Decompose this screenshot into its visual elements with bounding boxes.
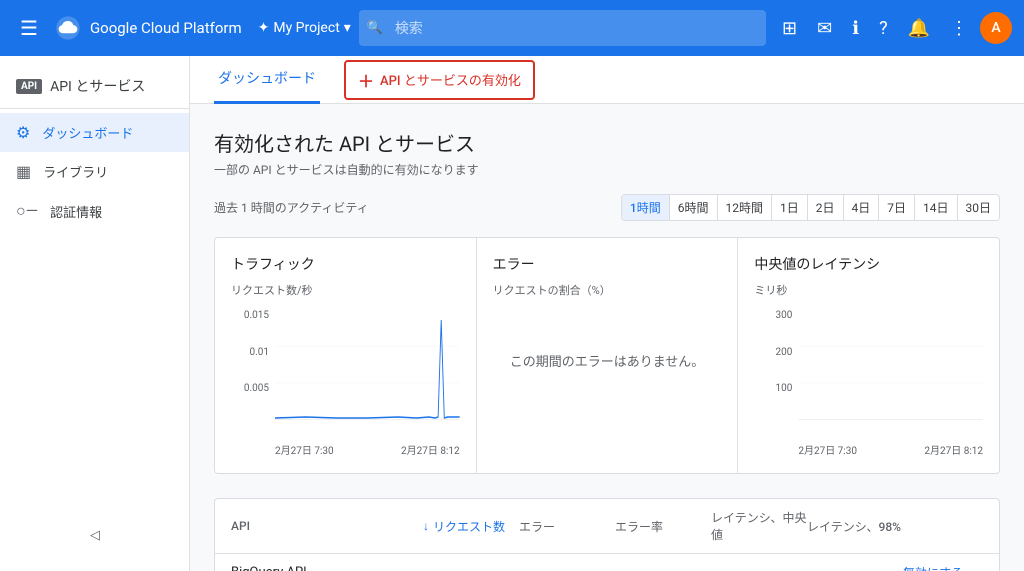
app-layout: API API とサービス ⚙ ダッシュボード ▦ ライブラリ ○— 認証情報 … (0, 56, 1024, 571)
time-btn-1h[interactable]: 1時間 (622, 195, 670, 220)
row-api-name: BigQuery API (231, 565, 423, 571)
chart-latency-title: 中央値のレイテンシ (754, 254, 983, 274)
settings-icon: ⚙ (16, 123, 30, 142)
bell-icon[interactable]: 🔔 (900, 10, 938, 47)
tabs-bar: ダッシュボード ＋ API とサービスの有効化 (190, 56, 1024, 104)
chart-latency-subtitle: ミリ秒 (754, 282, 983, 298)
time-btn-30d[interactable]: 30日 (958, 195, 1000, 220)
col-requests[interactable]: ↓ リクエスト数 (423, 518, 519, 535)
nav-actions: ⊞ ✉ ℹ ? 🔔 ⋮ A (774, 10, 1012, 47)
chart-errors: エラー リクエストの割合（%） この期間のエラーはありません。 (477, 238, 739, 473)
charts-row: トラフィック リクエスト数/秒 0.015 0.01 0.005 (214, 237, 1000, 474)
collapse-icon: ◁ (90, 528, 100, 543)
chart-latency-y-labels: 300 200 100 (754, 310, 792, 420)
chart-latency: 中央値のレイテンシ ミリ秒 300 200 100 (738, 238, 999, 473)
col-errors: エラー (519, 518, 615, 535)
project-name: My Project (273, 20, 339, 36)
col-latency-median: レイテンシ、中央値 (711, 509, 807, 543)
chart-latency-svg (798, 310, 983, 420)
col-latency-98: レイテンシ、98% (807, 518, 903, 535)
app-logo: Google Cloud Platform (54, 14, 242, 42)
search-input[interactable] (359, 10, 766, 46)
page-content: 有効化された API とサービス 一部の API とサービスは自動的に有効になり… (190, 104, 1024, 571)
menu-icon[interactable]: ☰ (12, 8, 46, 48)
main-content: ダッシュボード ＋ API とサービスの有効化 有効化された API とサービス… (190, 56, 1024, 571)
google-cloud-icon (54, 14, 82, 42)
sidebar-label-dashboard: ダッシュボード (42, 123, 133, 142)
time-btn-2d[interactable]: 2日 (808, 195, 844, 220)
chart-traffic: トラフィック リクエスト数/秒 0.015 0.01 0.005 (215, 238, 477, 473)
time-buttons: 1時間 6時間 12時間 1日 2日 4日 7日 14日 30日 (621, 194, 1000, 221)
tab-dashboard[interactable]: ダッシュボード (214, 56, 320, 104)
page-subtitle: 一部の API とサービスは自動的に有効になります (214, 161, 1000, 178)
chart-errors-title: エラー (493, 254, 722, 274)
chart-errors-subtitle: リクエストの割合（%） (493, 282, 722, 298)
top-nav: ☰ Google Cloud Platform ✦ My Project ▾ 🔍… (0, 0, 1024, 56)
sidebar-label-credentials: 認証情報 (50, 202, 102, 221)
more-icon[interactable]: ⋮ (942, 10, 976, 47)
apps-icon[interactable]: ⊞ (774, 10, 805, 47)
chart-latency-area: 300 200 100 (754, 310, 983, 440)
sort-up-icon: ↓ (423, 519, 429, 533)
page-heading: 有効化された API とサービス (214, 128, 1000, 157)
time-btn-12h[interactable]: 12時間 (718, 195, 773, 220)
info-icon[interactable]: ℹ (844, 10, 867, 47)
col-error-rate: エラー率 (615, 518, 711, 535)
search-bar: 🔍 (359, 10, 766, 46)
enable-api-label: API とサービスの有効化 (380, 70, 521, 89)
disable-btn-0[interactable]: 無効にする (903, 564, 983, 571)
plus-icon: ＋ (358, 68, 374, 92)
sidebar-item-credentials[interactable]: ○— 認証情報 (0, 191, 189, 231)
col-api: API (231, 519, 423, 533)
chart-latency-x-labels: 2月27日 7:30 2月27日 8:12 (798, 442, 983, 457)
api-badge: API (16, 79, 42, 94)
sidebar-item-library[interactable]: ▦ ライブラリ (0, 152, 189, 191)
app-title: Google Cloud Platform (90, 19, 242, 37)
chart-traffic-subtitle: リクエスト数/秒 (231, 282, 460, 298)
sidebar-title: API とサービス (50, 76, 145, 96)
chart-traffic-area: 0.015 0.01 0.005 (231, 310, 460, 440)
project-selector[interactable]: ✦ My Project ▾ (258, 20, 351, 36)
time-btn-4d[interactable]: 4日 (844, 195, 880, 220)
time-btn-6h[interactable]: 6時間 (670, 195, 718, 220)
mail-icon[interactable]: ✉ (809, 10, 840, 47)
library-icon: ▦ (16, 162, 31, 181)
sidebar-collapse-button[interactable]: ◁ (0, 520, 190, 551)
chart-traffic-y-labels: 0.015 0.01 0.005 (231, 310, 269, 420)
time-filter-row: 過去 1 時間のアクティビティ 1時間 6時間 12時間 1日 2日 4日 7日… (214, 194, 1000, 221)
chart-traffic-title: トラフィック (231, 254, 460, 274)
enable-api-button[interactable]: ＋ API とサービスの有効化 (344, 60, 535, 100)
chevron-down-icon: ▾ (344, 20, 351, 36)
time-btn-1d[interactable]: 1日 (772, 195, 808, 220)
key-icon: ○— (16, 201, 38, 221)
search-icon: 🔍 (367, 21, 383, 36)
time-btn-14d[interactable]: 14日 (915, 195, 958, 220)
api-table: API ↓ リクエスト数 エラー エラー率 レイテンシ、中央値 レイテンシ、98… (214, 498, 1000, 571)
avatar[interactable]: A (980, 12, 1012, 44)
table-header: API ↓ リクエスト数 エラー エラー率 レイテンシ、中央値 レイテンシ、98… (215, 499, 999, 554)
table-row: BigQuery API — — — — — 無効にする (215, 554, 999, 571)
sidebar: API API とサービス ⚙ ダッシュボード ▦ ライブラリ ○— 認証情報 … (0, 56, 190, 571)
time-btn-7d[interactable]: 7日 (879, 195, 915, 220)
chart-errors-no-data: この期間のエラーはありません。 (493, 310, 722, 410)
chart-traffic-x-labels: 2月27日 7:30 2月27日 8:12 (275, 442, 460, 457)
chart-traffic-svg (275, 310, 460, 420)
sidebar-header: API API とサービス (0, 64, 189, 109)
activity-label: 過去 1 時間のアクティビティ (214, 199, 369, 216)
sidebar-label-library: ライブラリ (43, 162, 108, 181)
sidebar-item-dashboard[interactable]: ⚙ ダッシュボード (0, 113, 189, 152)
help-icon[interactable]: ? (871, 10, 896, 47)
